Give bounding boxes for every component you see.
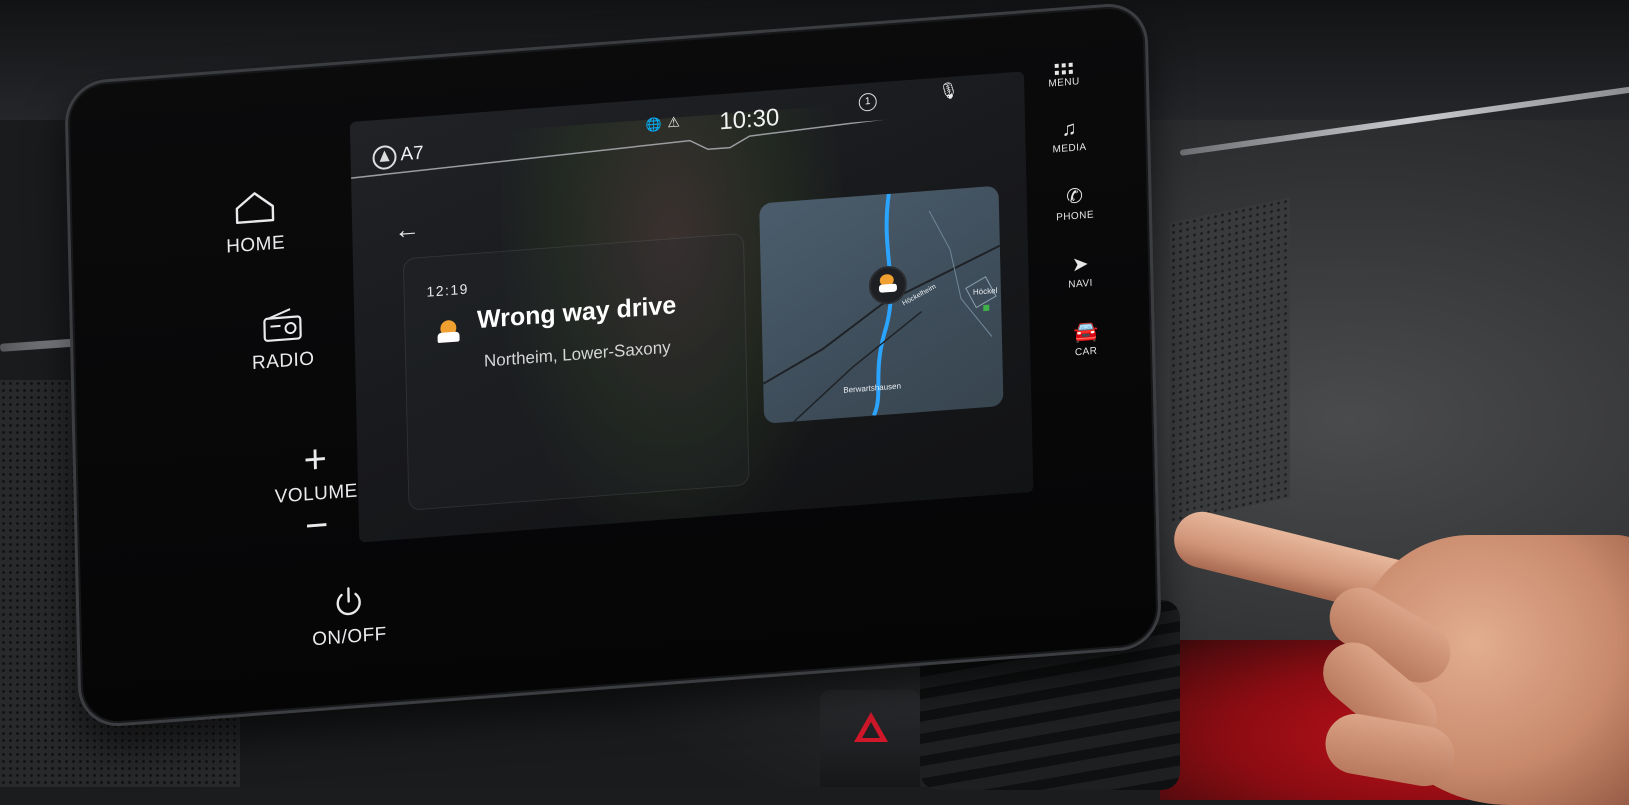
hazard-triangle-icon (854, 712, 888, 742)
touchscreen[interactable]: A7 🌐 ⚠ 10:30 1 🎙 ← 12:19 Wrong way drive… (350, 71, 1034, 542)
map-preview[interactable]: Berwartshausen Höckel Höckelheim (759, 186, 1003, 424)
traffic-alert-icon: ⚠ (667, 113, 680, 131)
menu-button[interactable]: MENU (1035, 48, 1092, 90)
car-button[interactable]: 🚘 CAR (1058, 319, 1115, 359)
power-label: ON/OFF (289, 622, 409, 653)
grid-icon (1035, 48, 1091, 76)
home-label: HOME (196, 230, 316, 261)
alert-time: 12:19 (426, 281, 469, 300)
pointing-hand (1175, 495, 1629, 795)
home-button[interactable]: HOME (195, 185, 316, 261)
menu-label: MENU (1036, 75, 1092, 90)
notification-badge[interactable]: 1 (859, 92, 877, 111)
phone-icon: ✆ (1046, 184, 1102, 210)
navigation-arrow-icon: ➤ (1052, 252, 1108, 278)
map-label-hoeckel: Höckel (973, 286, 998, 297)
radio-label: RADIO (223, 346, 343, 377)
radio-button[interactable]: RADIO (222, 303, 343, 377)
media-button[interactable]: ♫ MEDIA (1041, 116, 1098, 156)
radio-icon (260, 306, 305, 343)
hazard-button[interactable] (820, 690, 920, 787)
music-note-icon: ♫ (1041, 116, 1097, 142)
media-label: MEDIA (1042, 141, 1098, 156)
car-label: CAR (1058, 344, 1114, 359)
home-icon (232, 188, 277, 227)
alert-title: Wrong way drive (477, 291, 677, 335)
traffic-alert-card[interactable]: 12:19 Wrong way drive Northeim, Lower-Sa… (403, 233, 750, 511)
car-icon: 🚘 (1058, 319, 1114, 345)
navi-label: NAVI (1053, 277, 1109, 292)
alert-location: Northeim, Lower-Saxony (484, 338, 671, 372)
mute-microphone-icon[interactable]: 🎙 (938, 80, 959, 102)
power-icon (332, 584, 365, 618)
navi-button[interactable]: ➤ NAVI (1052, 252, 1109, 292)
infotainment-display: HOME RADIO + VOLUME − ON/OFF A7 🌐 ⚠ 10:3… (64, 1, 1162, 729)
phone-button[interactable]: ✆ PHONE (1046, 184, 1103, 224)
wrong-way-driver-icon (437, 319, 459, 343)
phone-label: PHONE (1047, 209, 1103, 224)
perforated-trim-right (1170, 197, 1290, 523)
globe-icon: 🌐 (645, 117, 662, 134)
back-button[interactable]: ← (394, 213, 421, 246)
power-button[interactable]: ON/OFF (288, 581, 409, 653)
